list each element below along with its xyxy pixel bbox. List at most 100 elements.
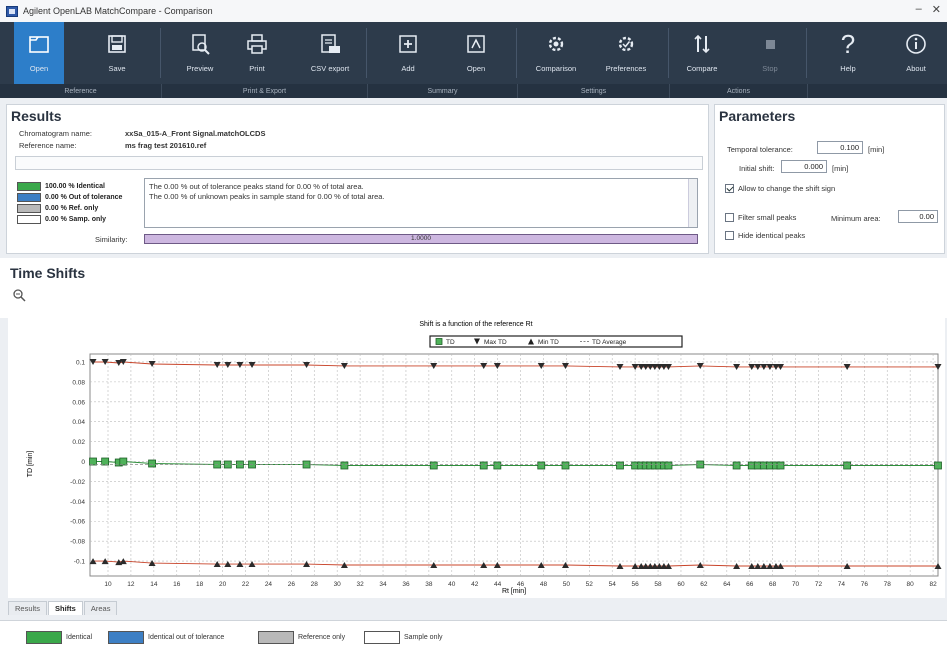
chart-title: Shift is a function of the reference Rt [419,321,532,328]
bottom-legend-identical: Identical [26,631,92,644]
x-tick-label: 68 [769,581,777,588]
summary-open-button[interactable]: Open [452,22,500,84]
summary-open-icon [462,30,490,58]
reference-only-swatch [258,631,294,644]
x-tick-label: 40 [448,581,456,588]
out-of-tolerance-percent: 0.00 % Out of tolerance [45,194,123,201]
minimize-button[interactable]: – [916,3,922,16]
save-button[interactable]: Save [92,22,142,84]
message-line: The 0.00 % of unknown peaks in sample st… [149,192,385,201]
ribbon-separator [806,28,807,78]
x-tick-label: 76 [861,581,869,588]
comparison-settings-button[interactable]: Comparison [524,22,588,84]
preview-label: Preview [186,64,214,73]
group-settings: Settings [518,84,670,98]
td-point [843,461,852,470]
csv-export-button[interactable]: CSV export [298,22,362,84]
y-tick-label: 0 [81,459,85,466]
x-tick-label: 58 [654,581,662,588]
timeshifts-title: Time Shifts [10,265,86,281]
group-summary: Summary [368,84,518,98]
td-point [479,461,488,470]
preview-button[interactable]: Preview [172,22,228,84]
open-button[interactable]: Open [14,22,64,84]
help-button[interactable]: ? Help [824,22,872,84]
view-tabs: Results Shifts Areas [8,601,118,615]
chart-legend: TD Max TD Min TD TD Average [429,335,683,348]
legend-ref-only: 0.00 % Ref. only [17,204,98,213]
tab-results[interactable]: Results [8,601,48,615]
reference-only-label: Reference only [298,634,346,641]
preferences-button[interactable]: Preferences [594,22,658,84]
x-tick-label: 54 [609,581,617,588]
stop-label: Stop [762,64,778,73]
hide-identical-peaks-label: Hide identical peaks [738,231,806,240]
temporal-tolerance-input[interactable]: 0.100 [817,141,863,154]
x-axis-label: Rt [min] [502,588,526,595]
x-tick-label: 52 [586,581,594,588]
help-icon: ? [840,28,856,59]
td-point [148,459,156,468]
x-tick-label: 24 [265,581,273,588]
open-icon [25,30,53,58]
title-bar: Agilent OpenLAB MatchCompare - Compariso… [0,0,947,22]
td-point [561,461,570,470]
comparison-label: Comparison [535,64,577,73]
similarity-bar: 1.0000 [144,234,698,244]
tab-areas[interactable]: Areas [83,601,118,615]
reference-name-label: Reference name: [19,141,77,150]
stop-button[interactable]: Stop [746,22,794,84]
hide-identical-peaks-checkbox[interactable]: Hide identical peaks [725,231,805,240]
initial-shift-input[interactable]: 0.000 [781,160,827,173]
out-of-tolerance-swatch [17,193,41,202]
td-point [89,457,97,466]
print-icon [243,30,271,58]
x-tick-label: 18 [196,581,204,588]
window-title: Agilent OpenLAB MatchCompare - Compariso… [23,6,213,16]
initial-shift-label: Initial shift: [739,164,775,173]
chromatogram-name-label: Chromatogram name: [19,129,92,138]
add-button[interactable]: Add [384,22,432,84]
about-button[interactable]: About [890,22,942,84]
y-tick-label: 0.06 [72,399,85,406]
y-tick-label: 0.1 [76,359,85,366]
x-tick-label: 14 [150,581,158,588]
results-message-box[interactable]: The 0.00 % out of tolerance peaks stand … [144,178,698,228]
allow-shift-sign-checkbox[interactable]: Allow to change the shift sign [725,184,835,193]
legend-identical: 100.00 % Identical [17,182,105,191]
x-tick-label: 48 [540,581,548,588]
ribbon-toolbar: Open Save Preview Print CSV export Add O… [0,22,947,98]
temporal-tolerance-label: Temporal tolerance: [727,145,793,154]
group-reference: Reference [0,84,162,98]
x-tick-label: 78 [884,581,892,588]
x-tick-label: 64 [723,581,731,588]
csv-export-icon [316,30,344,58]
td-point [664,461,673,470]
summary-open-label: Open [466,64,486,73]
td-point [732,461,741,470]
filter-small-peaks-label: Filter small peaks [738,213,797,222]
minimum-area-input[interactable]: 0.00 [898,210,938,223]
x-tick-label: 36 [402,581,410,588]
compare-button[interactable]: Compare [676,22,728,84]
x-tick-label: 34 [379,581,387,588]
x-tick-label: 22 [242,581,250,588]
add-label: Add [401,64,415,73]
legend-entry-label: Min TD [538,339,559,346]
app-icon [6,5,18,17]
filter-small-peaks-checkbox[interactable]: Filter small peaks [725,213,796,222]
x-tick-label: 50 [563,581,571,588]
tab-shifts[interactable]: Shifts [48,601,83,615]
message-scrollbar[interactable] [688,179,697,227]
x-tick-label: 10 [104,581,112,588]
progress-strip [15,156,703,170]
close-button[interactable]: ✕ [932,3,941,16]
print-button[interactable]: Print [232,22,282,84]
td-point [340,461,349,470]
identical-label: Identical [66,634,93,641]
results-title: Results [11,108,62,124]
chart-svg: Shift is a function of the reference Rt … [27,321,942,595]
out-of-tolerance-label: Identical out of tolerance [148,634,225,641]
y-tick-label: 0.04 [72,419,85,426]
zoom-icon[interactable] [12,288,26,302]
